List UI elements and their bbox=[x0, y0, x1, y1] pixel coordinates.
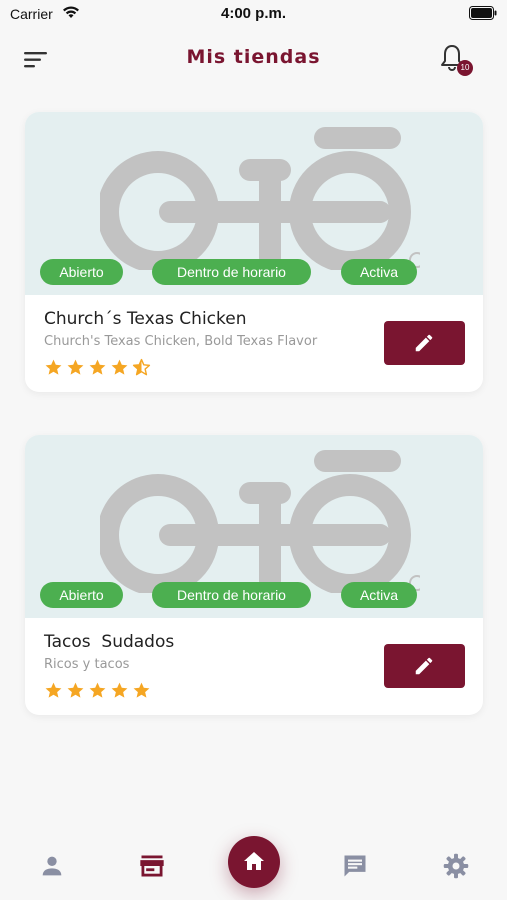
star-icon bbox=[67, 359, 84, 375]
store-description: Church's Texas Chicken, Bold Texas Flavo… bbox=[44, 334, 318, 349]
bottom-tab-bar bbox=[0, 820, 507, 900]
notifications-button[interactable]: 10 bbox=[439, 44, 473, 76]
status-time: 4:00 p.m. bbox=[220, 5, 287, 22]
rating-stars bbox=[44, 681, 151, 701]
brand-logo-placeholder bbox=[100, 127, 420, 270]
store-image: Abierto Dentro de horario Activa bbox=[25, 435, 483, 618]
pencil-icon bbox=[415, 334, 433, 352]
status-tag-active: Activa bbox=[341, 582, 417, 608]
edit-store-button[interactable] bbox=[384, 644, 465, 688]
tab-profile[interactable] bbox=[38, 852, 66, 880]
header: Mis tiendas 10 bbox=[0, 38, 507, 82]
home-icon bbox=[244, 852, 264, 870]
status-tag-open: Abierto bbox=[40, 259, 123, 285]
settings-icon bbox=[443, 853, 469, 879]
star-icon bbox=[67, 682, 84, 698]
battery-icon bbox=[469, 6, 497, 20]
edit-store-button[interactable] bbox=[384, 321, 465, 365]
pencil-icon bbox=[415, 657, 433, 675]
page-title: Mis tiendas bbox=[186, 46, 321, 68]
star-icon bbox=[45, 682, 62, 698]
tab-stores[interactable] bbox=[138, 852, 166, 880]
star-icon bbox=[89, 359, 106, 375]
store-icon bbox=[140, 855, 164, 877]
star-icon bbox=[89, 682, 106, 698]
status-tag-active: Activa bbox=[341, 259, 417, 285]
status-tag-schedule: Dentro de horario bbox=[152, 582, 311, 608]
brand-logo-placeholder bbox=[100, 450, 420, 593]
chat-icon bbox=[344, 855, 366, 877]
star-icon bbox=[111, 359, 128, 375]
rating-stars bbox=[44, 358, 151, 378]
notification-badge: 10 bbox=[457, 60, 473, 76]
star-half-icon bbox=[132, 358, 151, 376]
store-card[interactable]: Abierto Dentro de horario Activa Church´… bbox=[25, 112, 483, 392]
person-icon bbox=[42, 856, 62, 876]
status-bar: Carrier 4:00 p.m. bbox=[0, 0, 507, 28]
status-tag-schedule: Dentro de horario bbox=[152, 259, 311, 285]
star-icon bbox=[111, 682, 128, 698]
store-name: Tacos Sudados bbox=[44, 632, 175, 652]
store-image: Abierto Dentro de horario Activa bbox=[25, 112, 483, 295]
store-card[interactable]: Abierto Dentro de horario Activa Tacos S… bbox=[25, 435, 483, 715]
tab-home[interactable] bbox=[228, 836, 280, 888]
star-icon bbox=[133, 682, 150, 698]
tab-settings[interactable] bbox=[442, 852, 470, 880]
status-tag-open: Abierto bbox=[40, 582, 123, 608]
star-icon bbox=[45, 359, 62, 375]
store-description: Ricos y tacos bbox=[44, 657, 130, 672]
store-name: Church´s Texas Chicken bbox=[44, 309, 247, 329]
tab-messages[interactable] bbox=[341, 852, 369, 880]
